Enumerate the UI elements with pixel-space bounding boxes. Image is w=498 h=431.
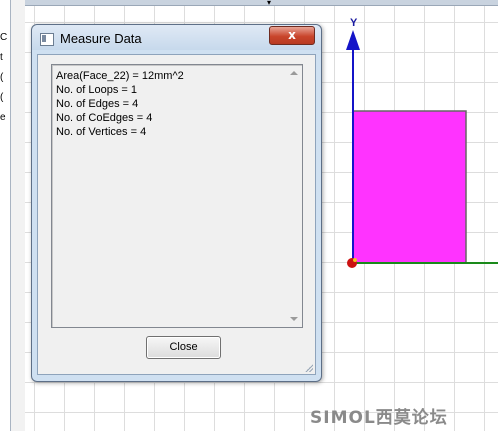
site-watermark: SIMOL西莫论坛 xyxy=(310,408,448,428)
scroll-up-arrow-icon[interactable] xyxy=(290,71,298,75)
window-close-button[interactable]: x xyxy=(269,26,315,45)
result-line-area: Area(Face_22) = 12mm^2 xyxy=(56,70,184,82)
result-line-edges: No. of Edges = 4 xyxy=(56,98,139,110)
measure-results-textbox[interactable]: Area(Face_22) = 12mm^2 No. of Loops = 1 … xyxy=(51,64,303,328)
dialog-titlebar[interactable]: Measure Data x xyxy=(32,25,321,50)
scroll-down-arrow-icon[interactable] xyxy=(290,317,298,321)
results-lines: Area(Face_22) = 12mm^2 No. of Loops = 1 … xyxy=(56,69,286,139)
result-line-vertices: No. of Vertices = 4 xyxy=(56,126,147,138)
resize-grip-icon[interactable] xyxy=(303,362,313,372)
selected-face[interactable] xyxy=(352,110,467,264)
result-line-loops: No. of Loops = 1 xyxy=(56,84,138,96)
vertical-scrollbar[interactable] xyxy=(286,65,302,327)
window-app-icon xyxy=(40,33,54,46)
origin-highlight xyxy=(353,258,357,262)
result-line-coedges: No. of CoEdges = 4 xyxy=(56,112,153,124)
dialog-client-area: Area(Face_22) = 12mm^2 No. of Loops = 1 … xyxy=(37,54,316,375)
y-axis-arrowhead xyxy=(346,30,360,50)
measure-data-dialog: Measure Data x Area(Face_22) = 12mm^2 No… xyxy=(31,24,322,382)
y-axis-label: Y xyxy=(350,17,358,29)
close-button[interactable]: Close xyxy=(146,336,221,359)
dialog-title: Measure Data xyxy=(60,31,142,46)
